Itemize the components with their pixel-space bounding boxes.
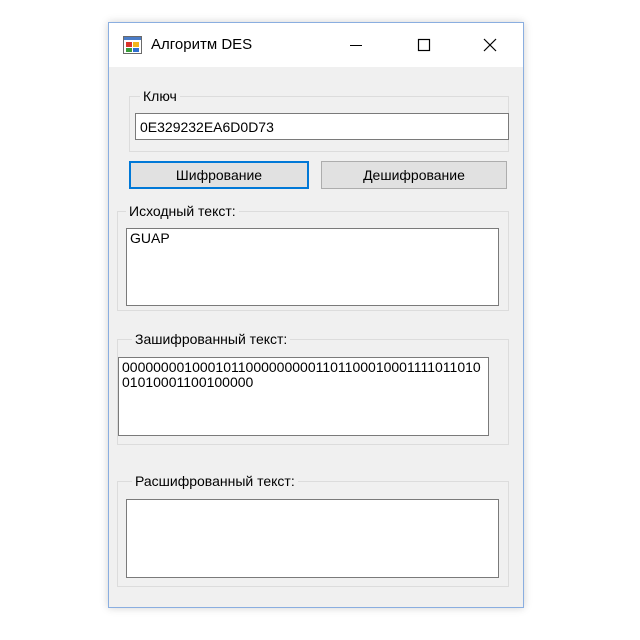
close-button[interactable]	[467, 23, 513, 67]
decrypted-text-label: Расшифрованный текст:	[132, 473, 298, 489]
minimize-button[interactable]	[333, 23, 379, 67]
window-title: Алгоритм DES	[151, 36, 253, 53]
encrypt-button[interactable]: Шифрование	[129, 161, 309, 189]
decrypted-text-output[interactable]	[126, 499, 499, 578]
title-bar[interactable]: Алгоритм DES	[109, 23, 523, 67]
maximize-button[interactable]	[401, 23, 447, 67]
minimize-icon	[350, 45, 362, 46]
main-window: Алгоритм DES Ключ Шифрование Дешифровани…	[108, 22, 524, 608]
maximize-icon	[417, 38, 431, 52]
decrypt-button[interactable]: Дешифрование	[321, 161, 507, 189]
key-input[interactable]	[135, 113, 509, 140]
key-label: Ключ	[140, 88, 180, 104]
encrypted-text-output[interactable]: 0000000010001011000000000110110001000111…	[118, 357, 489, 436]
encrypted-text-label: Зашифрованный текст:	[132, 331, 291, 347]
close-icon	[483, 38, 497, 52]
app-icon	[123, 36, 142, 54]
source-text-input[interactable]: GUAP	[126, 228, 499, 306]
source-text-label: Исходный текст:	[126, 203, 239, 219]
